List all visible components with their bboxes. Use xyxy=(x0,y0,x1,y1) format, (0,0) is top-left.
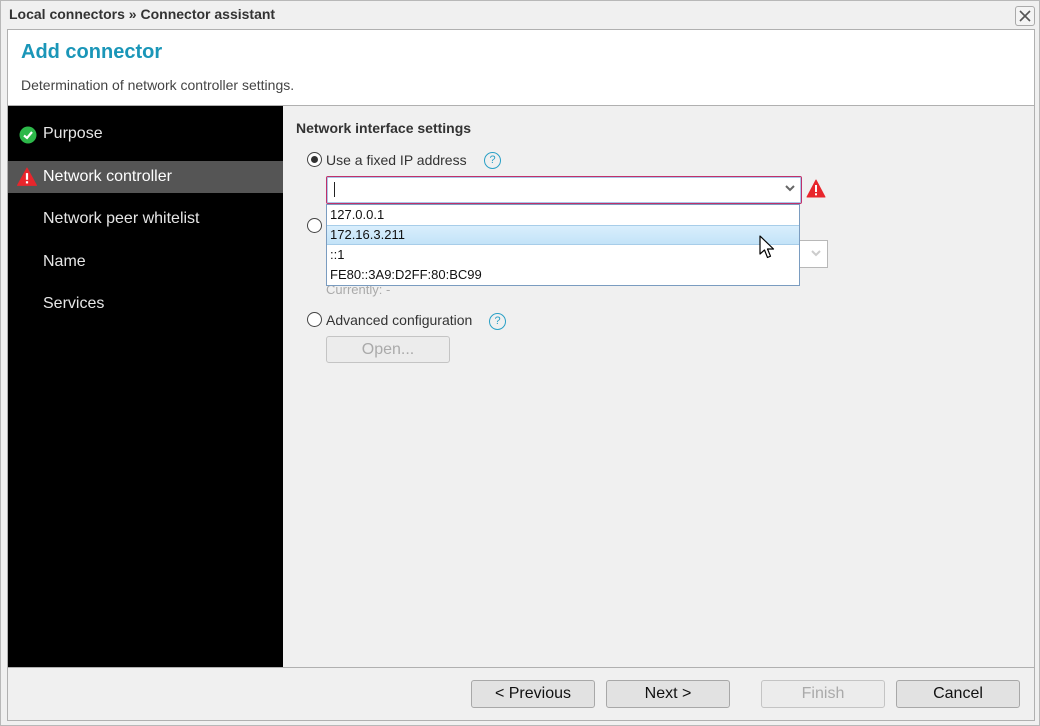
wizard-steps-sidebar: Purpose Network controller Network peer … xyxy=(8,106,283,667)
warning-icon xyxy=(806,179,826,198)
sidebar-item-label: Purpose xyxy=(43,125,103,142)
chevron-down-icon[interactable] xyxy=(785,185,795,192)
check-circle-icon xyxy=(19,126,37,144)
help-icon[interactable]: ? xyxy=(489,313,506,330)
sidebar-item-label: Services xyxy=(43,295,105,312)
text-caret xyxy=(334,182,335,197)
chevron-down-icon xyxy=(811,250,821,257)
sidebar-item-label: Network controller xyxy=(43,168,172,185)
sidebar-item-network-peer-whitelist[interactable]: Network peer whitelist xyxy=(8,203,283,235)
page-subtitle: Determination of network controller sett… xyxy=(21,77,295,93)
section-title: Network interface settings xyxy=(296,120,472,136)
mouse-pointer-icon xyxy=(759,235,775,259)
dropdown-option[interactable]: FE80::3A9:D2FF:80:BC99 xyxy=(327,265,799,285)
cancel-button[interactable]: Cancel xyxy=(896,680,1020,708)
second-option-radio[interactable] xyxy=(307,218,322,233)
wizard-dialog: Add connector Determination of network c… xyxy=(7,29,1035,721)
fixed-ip-combobox[interactable] xyxy=(326,176,802,204)
page-title: Add connector xyxy=(21,41,163,63)
ip-dropdown-list: 127.0.0.1 172.16.3.211 ::1 FE80::3A9:D2F… xyxy=(326,204,800,286)
finish-button[interactable]: Finish xyxy=(761,680,885,708)
previous-button[interactable]: < Previous xyxy=(471,680,595,708)
sidebar-item-network-controller[interactable]: Network controller xyxy=(8,161,283,193)
warning-icon xyxy=(17,167,37,186)
help-icon[interactable]: ? xyxy=(484,152,501,169)
next-button[interactable]: Next > xyxy=(606,680,730,708)
sidebar-item-label: Network peer whitelist xyxy=(43,210,200,227)
sidebar-item-purpose[interactable]: Purpose xyxy=(8,118,283,150)
advanced-config-label: Advanced configuration xyxy=(326,312,473,328)
dropdown-option[interactable]: 127.0.0.1 xyxy=(327,205,799,225)
dropdown-option[interactable]: ::1 xyxy=(327,245,799,265)
sidebar-item-name[interactable]: Name xyxy=(8,246,283,278)
fixed-ip-radio[interactable] xyxy=(307,152,322,167)
sidebar-item-services[interactable]: Services xyxy=(8,288,283,320)
sidebar-item-label: Name xyxy=(43,253,86,270)
advanced-config-radio[interactable] xyxy=(307,312,322,327)
connector-assistant-window: Local connectors » Connector assistant A… xyxy=(0,0,1040,726)
settings-panel: Network interface settings Use a fixed I… xyxy=(284,106,1034,667)
footer-divider xyxy=(8,667,1034,668)
fixed-ip-label: Use a fixed IP address xyxy=(326,152,467,168)
wizard-header: Add connector Determination of network c… xyxy=(8,30,1034,106)
open-button[interactable]: Open... xyxy=(326,336,450,363)
close-button[interactable] xyxy=(1015,6,1035,26)
close-icon xyxy=(1019,10,1031,22)
dropdown-option[interactable]: 172.16.3.211 xyxy=(327,225,799,245)
breadcrumb: Local connectors » Connector assistant xyxy=(9,6,276,22)
